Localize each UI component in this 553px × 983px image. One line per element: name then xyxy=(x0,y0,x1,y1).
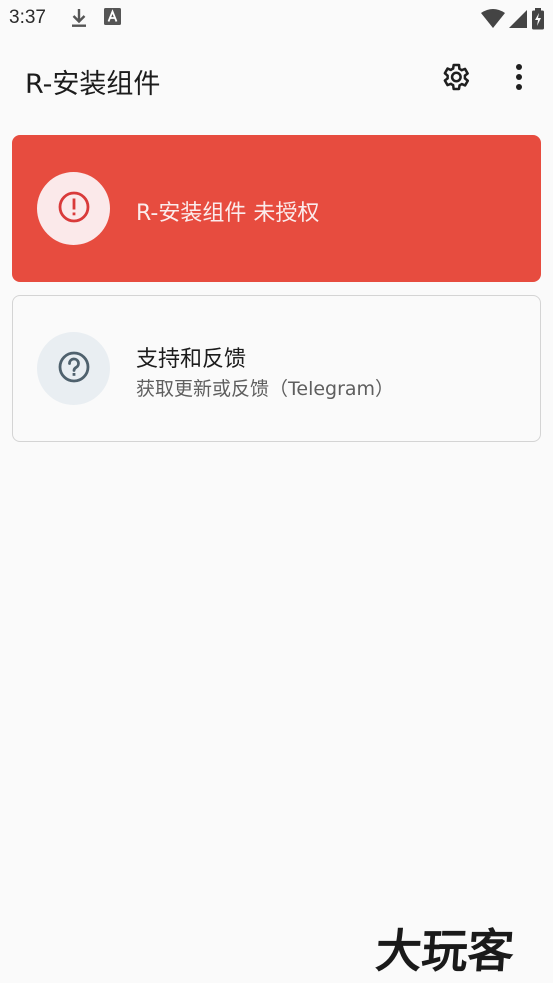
wifi-icon xyxy=(481,9,505,33)
app-bar: R-安装组件 xyxy=(0,40,553,120)
settings-button[interactable] xyxy=(434,58,476,100)
error-outline-icon xyxy=(57,190,91,228)
settings-icon xyxy=(439,61,471,97)
signal-icon xyxy=(509,9,527,33)
support-title: 支持和反馈 xyxy=(136,347,247,372)
download-icon xyxy=(70,8,88,32)
watermark: 大玩客 xyxy=(373,924,516,978)
warning-icon-circle xyxy=(37,172,110,245)
font-a-icon xyxy=(104,8,121,32)
app-title: R-安装组件 xyxy=(25,69,161,100)
status-time: 3:37 xyxy=(9,7,46,28)
support-subtitle: 获取更新或反馈（Telegram） xyxy=(136,378,395,400)
system-icons xyxy=(481,8,545,34)
battery-icon xyxy=(531,8,545,34)
help-icon-circle xyxy=(37,332,110,405)
more-vert-icon xyxy=(515,63,523,95)
not-authorized-card[interactable]: R-安装组件 未授权 xyxy=(12,135,541,282)
help-outline-icon xyxy=(57,350,91,388)
not-authorized-text: R-安装组件 未授权 xyxy=(136,201,320,226)
status-bar: 3:37 xyxy=(0,0,553,38)
notification-icons xyxy=(70,8,121,32)
more-options-button[interactable] xyxy=(500,58,538,100)
support-feedback-card[interactable]: 支持和反馈 获取更新或反馈（Telegram） xyxy=(12,295,541,442)
